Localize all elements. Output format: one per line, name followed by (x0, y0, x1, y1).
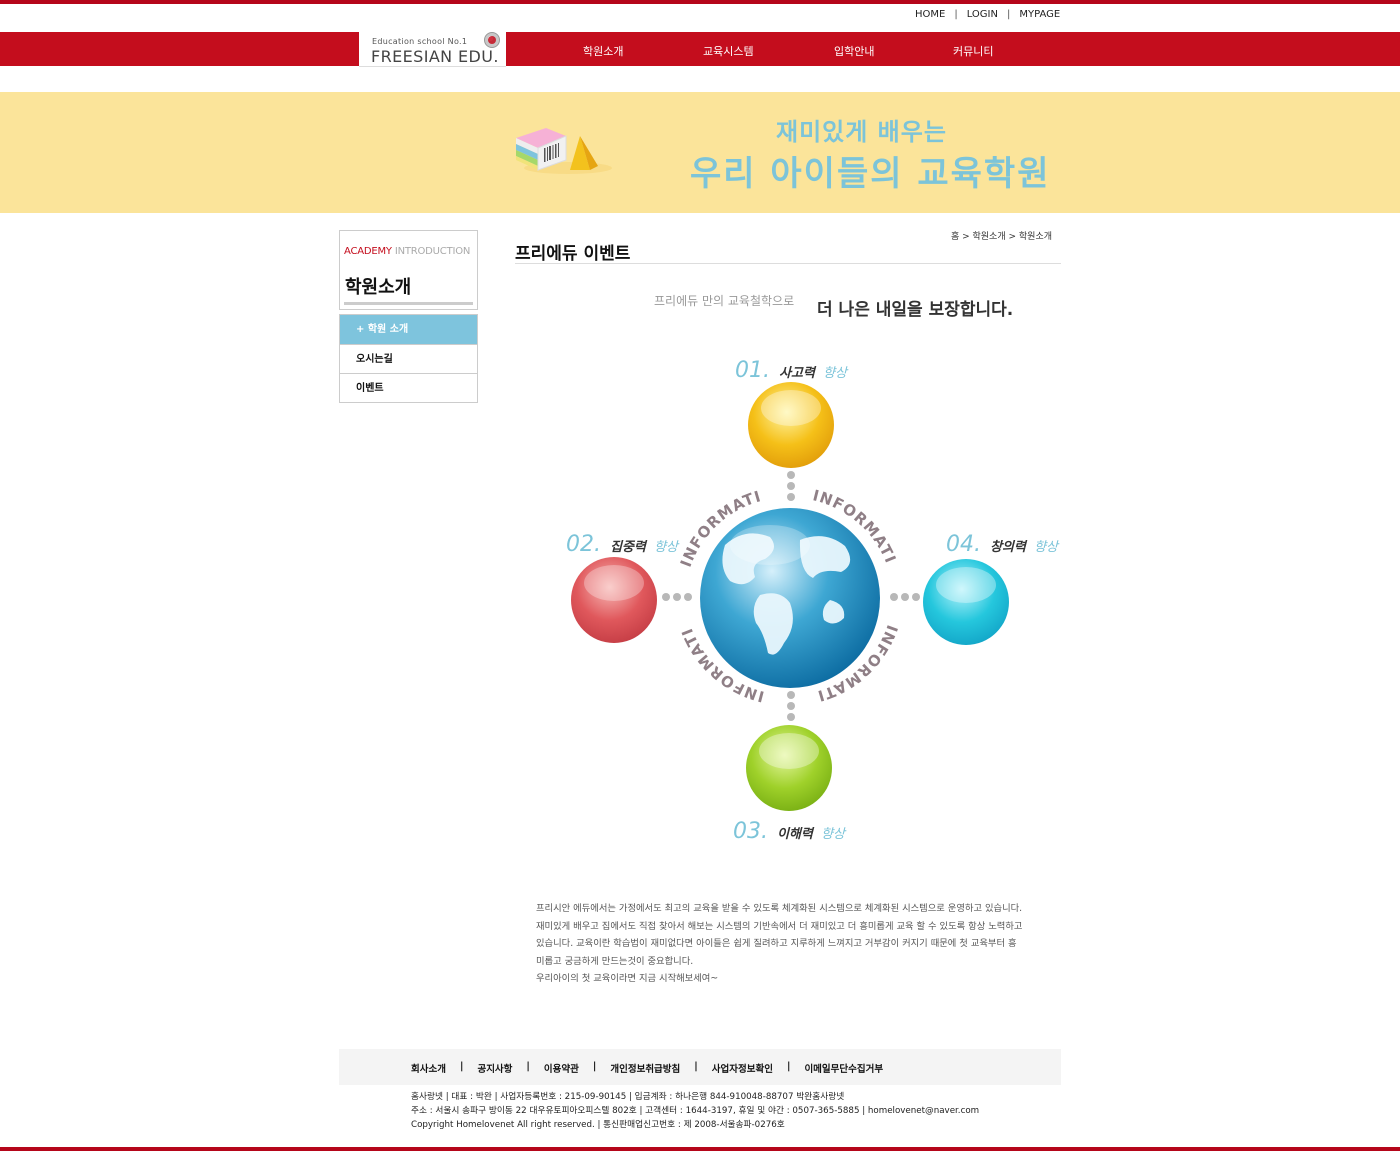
globe-continents (722, 533, 851, 655)
footer-info-line: 주소 : 서울시 송파구 방이동 22 대우유토피아오피스텔 802호 | 고객… (411, 1106, 980, 1116)
sidebar-item-academy-intro[interactable]: + 학원 소개 (340, 315, 477, 344)
menu-item-community[interactable]: 커뮤니티 (953, 43, 993, 59)
util-separator: | (1006, 9, 1011, 20)
intro-line: 있습니다. 교육이란 학습법이 재미없다면 아이들은 쉽게 질려하고 지루하게 … (536, 938, 1017, 949)
menu-item-academy[interactable]: 학원소개 (583, 43, 623, 59)
menu-item-education-system[interactable]: 교육시스템 (703, 43, 754, 59)
sidebar-title: 학원소개 (345, 277, 412, 298)
footer-link-privacy[interactable]: 개인정보취급방침 (610, 1061, 680, 1075)
main-menu: 학원소개 교육시스템 입학안내 커뮤니티 (0, 43, 1400, 59)
node-ball-green (746, 725, 832, 811)
connector-dots (662, 471, 920, 721)
footer-link-terms[interactable]: 이용약관 (544, 1061, 579, 1075)
sidebar-item-events[interactable]: 이벤트 (340, 373, 477, 402)
footer-link-email-refusal[interactable]: 이메일무단수집거부 (804, 1061, 883, 1075)
util-separator: | (954, 9, 958, 20)
globe-icon (700, 508, 880, 688)
footer-info-line: 홈사랑넷 | 대표 : 박완 | 사업자등록번호 : 215-09-90145 … (411, 1092, 845, 1102)
sidebar-en-grey: INTRODUCTION (391, 246, 471, 257)
node-label-04: 04. 창의력 향상 (946, 532, 1060, 557)
books-illustration (516, 128, 612, 174)
footer-separator: | (786, 1061, 791, 1072)
footer-links: 회사소개 | 공지사항 | 이용약관 | 개인정보취급방침 | 사업자정보확인 … (411, 1061, 883, 1075)
title-divider (515, 263, 1061, 264)
home-link[interactable]: HOME (915, 9, 945, 20)
sidebar-menu: + 학원 소개 오시는길 이벤트 (339, 314, 478, 403)
breadcrumb: 홈 > 학원소개 > 학원소개 (950, 232, 1052, 242)
sidebar-english-title: ACADEMY INTRODUCTION (344, 246, 470, 257)
intro-line: 프리시안 에듀에서는 가정에서도 최고의 교육을 받을 수 있도록 체계화된 시… (536, 903, 1023, 914)
node-label-01: 01. 사고력 향상 (735, 358, 849, 383)
footer-link-notice[interactable]: 공지사항 (477, 1061, 512, 1075)
footer-separator: | (459, 1061, 464, 1072)
node-ball-yellow (748, 382, 834, 468)
sidebar-item-directions[interactable]: 오시는길 (340, 344, 477, 373)
footer-separator: | (526, 1061, 530, 1072)
node-label-02: 02. 집중력 향상 (566, 532, 680, 557)
node-label-03: 03. 이해력 향상 (733, 819, 847, 844)
intro-line: 재미있게 배우고 집에서도 직접 찾아서 해보는 시스템의 기반속에서 더 재미… (536, 920, 1023, 932)
footer-link-company[interactable]: 회사소개 (411, 1061, 446, 1075)
sidebar-en-red: ACADEMY (344, 246, 392, 257)
intro-line: 미롭고 궁금하게 만드는것이 중요합니다. (536, 955, 694, 967)
login-link[interactable]: LOGIN (967, 9, 998, 20)
banner-headline-small: 재미있게 배우는 (776, 118, 947, 146)
footer-info-line: Copyright Homelovenet All right reserved… (411, 1120, 785, 1130)
bottom-red-line (0, 1147, 1400, 1151)
sidebar-divider (344, 302, 473, 305)
page-title: 프리에듀 이벤트 (515, 244, 631, 264)
hero-banner: 재미있게 배우는 우리 아이들의 교육학원 (0, 92, 1400, 213)
intro-paragraph: 프리시안 에듀에서는 가정에서도 최고의 교육을 받을 수 있도록 체계화된 시… (536, 900, 1056, 988)
footer-separator: | (694, 1061, 698, 1072)
top-red-line (0, 0, 1400, 4)
intro-line: 우리아이의 첫 교육이라면 지금 시작해보세여~ (536, 973, 719, 984)
utility-nav: HOME | LOGIN | MYPAGE (915, 9, 1060, 20)
footer-link-business-info[interactable]: 사업자정보확인 (712, 1061, 773, 1075)
sidebar-header: ACADEMY INTRODUCTION 학원소개 (339, 230, 478, 310)
menu-item-admission[interactable]: 입학안내 (834, 43, 874, 59)
slogan-bold: 더 나은 내일을 보장합니다. (817, 300, 1014, 320)
mypage-link[interactable]: MYPAGE (1019, 9, 1060, 20)
sidebar: ACADEMY INTRODUCTION 학원소개 + 학원 소개 오시는길 이… (339, 230, 478, 403)
node-ball-red (571, 557, 657, 643)
footer-info: 홈사랑넷 | 대표 : 박완 | 사업자등록번호 : 215-09-90145 … (411, 1090, 979, 1132)
banner-headline-large: 우리 아이들의 교육학원 (690, 154, 1051, 194)
node-ball-cyan (923, 559, 1009, 645)
slogan-light: 프리에듀 만의 교육철학으로 (654, 294, 795, 308)
footer-separator: | (592, 1061, 597, 1072)
